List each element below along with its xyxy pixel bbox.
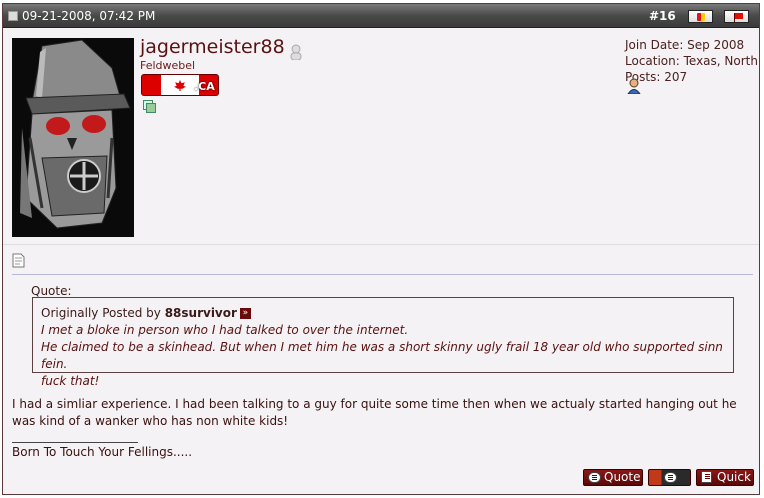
post-number-link[interactable]: #16 — [649, 9, 676, 23]
user-info: Join Date: Sep 2008 Location: Texas, Nor… — [625, 37, 758, 85]
divider — [3, 244, 759, 245]
quick-reply-button[interactable]: Quick — [696, 469, 754, 486]
post-message: I had a simliar experience. I had been t… — [12, 397, 737, 428]
post-status-icon — [8, 11, 18, 21]
reputation-icon[interactable] — [688, 10, 713, 23]
country-flag-badge: .CA — [141, 74, 219, 96]
post-document-icon — [12, 253, 25, 268]
quote-author-link[interactable]: 88survivor — [165, 306, 237, 320]
quote-attribution: Originally Posted by 88survivor» — [41, 305, 725, 322]
avatar[interactable] — [12, 38, 134, 237]
offline-status-icon — [290, 44, 302, 60]
quote-line: He claimed to be a skinhead. But when I … — [41, 340, 723, 371]
speech-bubble-icon — [588, 472, 601, 483]
join-date: Join Date: Sep 2008 — [625, 38, 745, 52]
report-flag-icon[interactable] — [724, 10, 749, 23]
originally-posted-by-label: Originally Posted by — [41, 306, 161, 320]
post-date: 09-21-2008, 07:42 PM — [22, 9, 156, 23]
quote-button[interactable]: Quote — [583, 469, 643, 486]
divider — [12, 274, 753, 275]
signature: Born To Touch Your Fellings..... — [12, 445, 193, 459]
quote-line: fuck that! — [41, 374, 100, 388]
post-count: Posts: 207 — [625, 70, 688, 84]
post-header: 09-21-2008, 07:42 PM #16 — [3, 4, 759, 28]
maple-leaf-icon — [174, 80, 186, 91]
album-icon[interactable] — [143, 100, 156, 113]
quote-box: Originally Posted by 88survivor» I met a… — [32, 297, 734, 388]
quick-button-label: Quick — [717, 470, 751, 484]
flag-country-code: .CA — [194, 80, 215, 93]
user-contact-icon[interactable] — [626, 78, 642, 94]
quote-line: I met a bloke in person who I had talked… — [41, 323, 409, 337]
multi-quote-button[interactable] — [648, 469, 691, 486]
quote-button-label: Quote — [604, 470, 641, 484]
speech-bubble-icon — [664, 472, 677, 483]
forum-post: 09-21-2008, 07:42 PM #16 jagermeister88 … — [2, 3, 760, 495]
location: Location: Texas, North — [625, 54, 758, 68]
quote-label: Quote: — [31, 284, 72, 298]
signature-divider — [12, 442, 138, 443]
username-link[interactable]: jagermeister88 — [140, 36, 285, 58]
skull-helmet-avatar-icon — [12, 38, 134, 237]
user-rank-title: Feldwebel — [140, 59, 196, 72]
quick-reply-icon — [701, 471, 712, 483]
view-post-arrow-icon[interactable]: » — [239, 308, 251, 319]
